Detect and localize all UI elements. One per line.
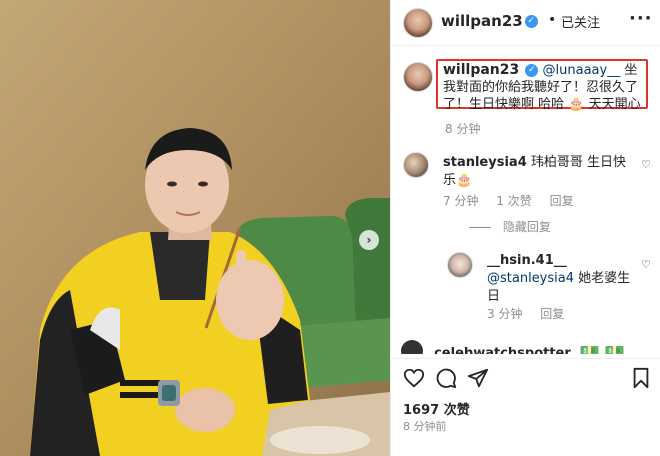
verified-icon: ✓ xyxy=(524,15,538,28)
cutoff-username[interactable]: celebwatchspotter xyxy=(434,346,571,354)
more-horizontal-icon[interactable]: ··· xyxy=(629,8,653,29)
share-icon[interactable] xyxy=(467,367,489,389)
action-bar xyxy=(391,358,660,398)
comment-1: stanleysia4 玮柏哥哥 生日快乐🎂 xyxy=(443,154,633,190)
next-photo-button[interactable]: › xyxy=(359,230,379,250)
reply-avatar[interactable] xyxy=(447,252,473,278)
author-username-wrap: willpan23 ✓ xyxy=(441,12,538,30)
comment-icon[interactable] xyxy=(435,367,457,389)
bookmark-icon[interactable] xyxy=(631,367,651,389)
caption-time: 8 分钟 xyxy=(445,122,481,136)
reply-time: 3 分钟 xyxy=(487,307,523,321)
like-count[interactable]: 1697 次赞 xyxy=(403,399,470,418)
cutoff-comment: celebwatchspotter 💵 💵 xyxy=(401,340,651,354)
reply-username[interactable]: __hsin.41__ xyxy=(487,253,567,268)
caption-avatar[interactable] xyxy=(403,62,433,92)
reply-mention[interactable]: @stanleysia4 xyxy=(487,271,574,286)
verified-icon: ✓ xyxy=(525,64,539,77)
heart-icon[interactable] xyxy=(403,367,425,389)
comment-1-meta: 7 分钟 1 次赞 回复 xyxy=(443,192,588,209)
caption-meta: 8 分钟 xyxy=(445,120,494,137)
comment-username[interactable]: stanleysia4 xyxy=(443,155,527,170)
reply-like-heart-icon[interactable]: ♡ xyxy=(641,258,651,271)
post-sidebar: willpan23 ✓ • 已关注 ··· willpan23 ✓ @lunaaa… xyxy=(390,0,660,456)
comment-likes[interactable]: 1 次赞 xyxy=(496,194,531,208)
instagram-post: › willpan23 ✓ • 已关注 ··· willpan23 ✓ @luna… xyxy=(0,0,660,456)
photo-illustration xyxy=(0,0,390,456)
posted-time: 8 分钟前 xyxy=(403,420,447,433)
money-icon: 💵 💵 xyxy=(579,342,625,354)
author-username[interactable]: willpan23 xyxy=(441,12,523,30)
hide-replies-button[interactable]: 隐藏回复 xyxy=(469,218,551,235)
cutoff-avatar[interactable] xyxy=(401,340,423,354)
comment-time: 7 分钟 xyxy=(443,194,479,208)
caption-username[interactable]: willpan23 xyxy=(443,62,519,78)
reply-button[interactable]: 回复 xyxy=(550,194,574,208)
hide-replies-label: 隐藏回复 xyxy=(502,220,551,234)
reply-comment: __hsin.41__ @stanleysia4 她老婆生日 xyxy=(487,252,637,306)
commenter-avatar[interactable] xyxy=(403,152,429,178)
caption-text: willpan23 ✓ @lunaaay__ 坐我對面的你給我聽好了！忍很久了了… xyxy=(443,62,647,113)
post-header: willpan23 ✓ • 已关注 ··· xyxy=(391,0,660,46)
caption-mention[interactable]: @lunaaay__ xyxy=(543,63,621,78)
post-photo[interactable]: › xyxy=(0,0,390,456)
reply-reply-button[interactable]: 回复 xyxy=(540,307,564,321)
comment-like-heart-icon[interactable]: ♡ xyxy=(641,158,651,171)
following-button[interactable]: 已关注 xyxy=(561,12,600,31)
separator-dot: • xyxy=(548,12,557,28)
author-avatar[interactable] xyxy=(403,8,433,38)
reply-meta: 3 分钟 回复 xyxy=(487,305,578,322)
